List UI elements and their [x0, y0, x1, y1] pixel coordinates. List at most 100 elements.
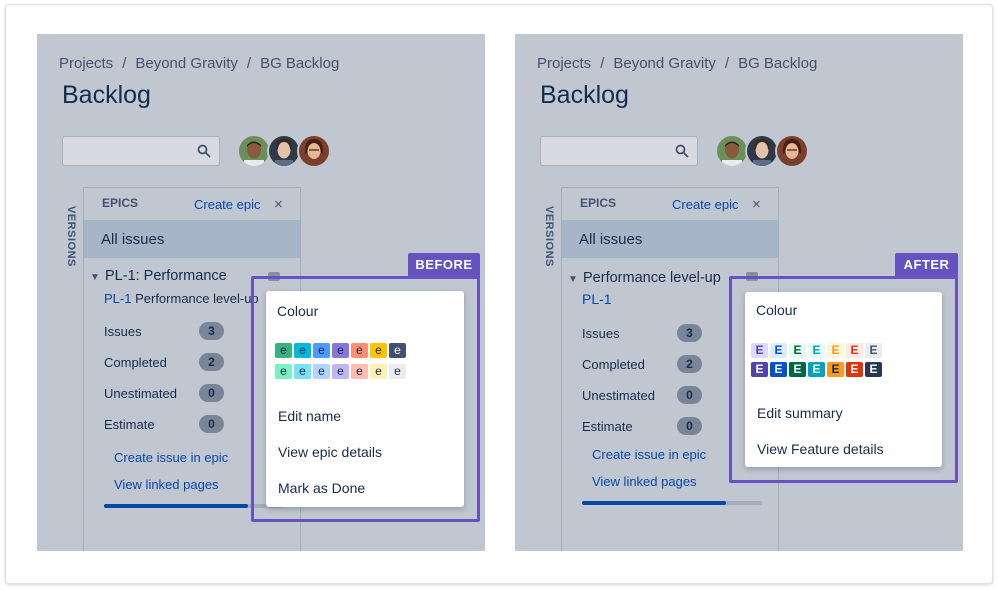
stat-label-completed: Completed: [582, 357, 645, 372]
colour-swatch[interactable]: E: [865, 362, 882, 377]
stat-badge-completed: 2: [199, 353, 224, 371]
close-icon[interactable]: ×: [752, 196, 761, 213]
create-issue-in-epic-link[interactable]: Create issue in epic: [114, 450, 228, 465]
stat-badge-issues: 3: [199, 322, 224, 340]
close-icon[interactable]: ×: [274, 196, 283, 213]
stat-badge-estimate: 0: [199, 415, 224, 433]
all-issues-item[interactable]: All issues: [562, 220, 778, 258]
epic-key-link[interactable]: PL-1: [104, 291, 131, 306]
avatar[interactable]: [745, 134, 779, 168]
stat-badge-unestimated: 0: [199, 384, 224, 402]
epic-progress-fill: [582, 501, 726, 505]
epic-header[interactable]: ▼ PL-1: Performance: [90, 268, 227, 284]
colour-swatch[interactable]: E: [808, 343, 825, 358]
breadcrumb-projects[interactable]: Projects: [537, 55, 591, 72]
colour-swatch[interactable]: E: [846, 362, 863, 377]
search-input[interactable]: [62, 136, 220, 166]
avatar-group: [715, 134, 825, 168]
stat-badge-unestimated: 0: [677, 386, 702, 404]
breadcrumb-separator: /: [600, 55, 605, 72]
stat-badge-estimate: 0: [677, 417, 702, 435]
colour-swatch[interactable]: e: [313, 343, 330, 358]
versions-tab[interactable]: VERSIONS: [65, 206, 77, 267]
breadcrumb-projects[interactable]: Projects: [59, 55, 113, 72]
colour-swatch[interactable]: e: [294, 364, 311, 379]
create-issue-in-epic-link[interactable]: Create issue in epic: [592, 447, 706, 462]
page-title: Backlog: [540, 81, 629, 109]
view-linked-pages-link[interactable]: View linked pages: [114, 477, 219, 492]
colour-swatch[interactable]: e: [275, 343, 292, 358]
breadcrumb-separator: /: [246, 55, 252, 72]
colour-swatch[interactable]: e: [275, 364, 292, 379]
epic-options-menu: Colour Edit summary View Feature details…: [745, 292, 942, 467]
breadcrumb-separator: /: [122, 55, 127, 72]
edit-name-item[interactable]: Edit name: [278, 408, 341, 424]
epic-header[interactable]: ▼ Performance level-up: [568, 270, 721, 286]
colour-swatch[interactable]: E: [770, 362, 787, 377]
stat-label-estimate: Estimate: [582, 419, 633, 434]
chevron-down-icon[interactable]: ▼: [568, 274, 578, 285]
create-epic-link[interactable]: Create epic: [194, 197, 260, 212]
colour-heading: Colour: [277, 303, 319, 319]
create-epic-link[interactable]: Create epic: [672, 197, 738, 212]
view-feature-details-item[interactable]: View Feature details: [757, 441, 884, 457]
colour-swatch[interactable]: e: [313, 364, 330, 379]
colour-swatch[interactable]: e: [332, 343, 349, 358]
colour-swatch[interactable]: E: [770, 343, 787, 358]
epic-name: Performance level-up: [583, 270, 721, 286]
colour-swatch[interactable]: e: [389, 343, 406, 358]
colour-swatch[interactable]: E: [846, 343, 863, 358]
avatar[interactable]: [237, 134, 271, 168]
colour-swatch[interactable]: e: [370, 343, 387, 358]
stat-label-completed: Completed: [104, 355, 167, 370]
avatar-group: [237, 134, 347, 168]
epics-heading: EPICS: [580, 196, 617, 210]
stat-label-issues: Issues: [582, 326, 620, 341]
page-title: Backlog: [62, 81, 151, 109]
search-icon: [675, 144, 689, 158]
stat-label-unestimated: Unestimated: [582, 388, 655, 403]
search-input[interactable]: [540, 136, 698, 166]
epic-summary: Performance level-up: [135, 291, 259, 306]
colour-swatch[interactable]: e: [294, 343, 311, 358]
colour-swatch[interactable]: e: [351, 343, 368, 358]
colour-swatch[interactable]: e: [351, 364, 368, 379]
breadcrumb-board[interactable]: BG Backlog: [738, 55, 817, 72]
colour-swatch[interactable]: E: [827, 362, 844, 377]
breadcrumb-board[interactable]: BG Backlog: [260, 55, 339, 72]
breadcrumb-project[interactable]: Beyond Gravity: [613, 55, 716, 72]
colour-swatch[interactable]: E: [808, 362, 825, 377]
stat-label-unestimated: Unestimated: [104, 386, 177, 401]
colour-swatch[interactable]: E: [751, 343, 768, 358]
breadcrumb-separator: /: [724, 55, 730, 72]
mark-as-done-item[interactable]: Mark as Done: [278, 480, 365, 496]
edit-summary-item[interactable]: Edit summary: [757, 405, 843, 421]
epic-progress-bar: [582, 501, 762, 505]
chevron-down-icon[interactable]: ▼: [90, 272, 100, 283]
versions-tab[interactable]: VERSIONS: [543, 206, 555, 267]
before-tag: BEFORE: [408, 253, 480, 277]
search-icon: [197, 144, 211, 158]
colour-swatch[interactable]: e: [389, 364, 406, 379]
view-epic-details-item[interactable]: View epic details: [278, 444, 382, 460]
view-linked-pages-link[interactable]: View linked pages: [592, 474, 697, 489]
avatar[interactable]: [775, 134, 809, 168]
colour-swatch[interactable]: E: [827, 343, 844, 358]
colour-heading: Colour: [756, 302, 798, 318]
avatar[interactable]: [715, 134, 749, 168]
colour-swatch[interactable]: E: [789, 362, 806, 377]
breadcrumb-project[interactable]: Beyond Gravity: [135, 55, 238, 72]
stat-badge-issues: 3: [677, 324, 702, 342]
avatar[interactable]: [267, 134, 301, 168]
colour-swatch[interactable]: e: [370, 364, 387, 379]
colour-swatch[interactable]: e: [332, 364, 349, 379]
breadcrumb: Projects / Beyond Gravity / BG Backlog: [59, 55, 339, 72]
epics-heading: EPICS: [102, 196, 139, 210]
avatar[interactable]: [297, 134, 331, 168]
colour-swatch[interactable]: E: [789, 343, 806, 358]
all-issues-item[interactable]: All issues: [84, 220, 300, 258]
epic-key-link[interactable]: PL-1: [582, 291, 612, 307]
epic-options-menu: Colour Edit name View epic details Mark …: [266, 291, 464, 507]
colour-swatch[interactable]: E: [865, 343, 882, 358]
colour-swatch[interactable]: E: [751, 362, 768, 377]
